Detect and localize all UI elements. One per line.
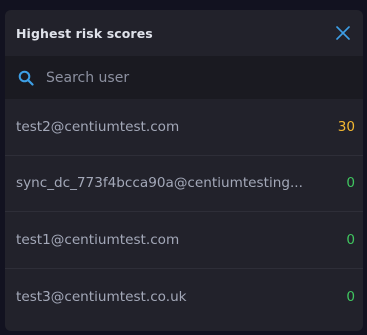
risk-score: 0	[346, 231, 355, 248]
user-email: sync_dc_773f4bcca90a@centiumtesting...	[16, 175, 303, 192]
user-row[interactable]: sync_dc_773f4bcca90a@centiumtesting... 0	[5, 156, 363, 212]
search-bar	[5, 56, 363, 99]
risk-score: 30	[337, 118, 355, 135]
user-row[interactable]: test3@centiumtest.co.uk 0	[5, 269, 363, 326]
search-icon	[17, 69, 35, 87]
close-icon	[336, 26, 350, 40]
user-list: test2@centiumtest.com 30 sync_dc_773f4bcca…	[5, 99, 363, 325]
risk-score: 0	[346, 288, 355, 305]
user-email: test1@centiumtest.com	[16, 231, 180, 248]
risk-score: 0	[346, 175, 355, 192]
search-input[interactable]	[46, 69, 363, 86]
user-row[interactable]: test1@centiumtest.com 0	[5, 212, 363, 269]
close-button[interactable]	[333, 23, 353, 43]
panel-header: Highest risk scores	[5, 10, 363, 56]
panel-title: Highest risk scores	[16, 25, 153, 41]
user-row[interactable]: test2@centiumtest.com 30	[5, 99, 363, 156]
user-email: test3@centiumtest.co.uk	[16, 288, 187, 305]
risk-scores-panel: Highest risk scores test2@centiumtest.co…	[5, 10, 363, 331]
user-email: test2@centiumtest.com	[16, 118, 180, 135]
